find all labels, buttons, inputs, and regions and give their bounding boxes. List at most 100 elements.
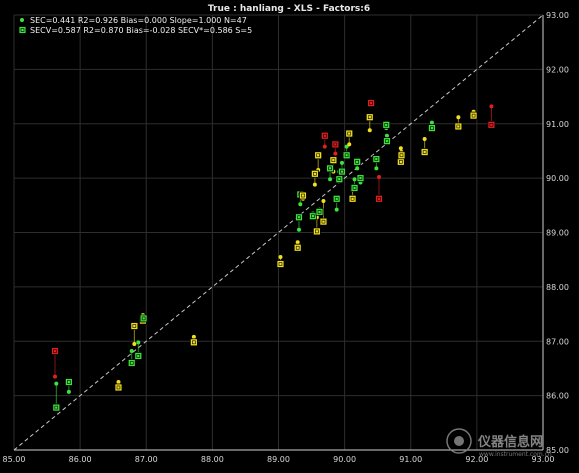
calibration-point	[384, 133, 389, 138]
validation-point	[64, 378, 73, 386]
validation-point	[382, 120, 391, 129]
y-tick-label: 89.00	[546, 229, 569, 238]
validation-point	[308, 212, 317, 221]
calibration-point	[132, 341, 137, 346]
calibration-point	[456, 115, 461, 120]
chart-background	[0, 0, 579, 473]
x-tick-label: 89.00	[267, 455, 290, 464]
validation-point	[383, 137, 391, 146]
legend-entry-text: SEC=0.441 R2=0.926 Bias=0.000 Slope=1.00…	[30, 16, 247, 25]
calibration-point	[296, 227, 301, 232]
calibration-point	[367, 128, 372, 133]
x-tick-label: 88.00	[201, 455, 224, 464]
watermark-url: www.instrument.com.cn	[479, 451, 552, 458]
validation-point	[372, 155, 381, 163]
validation-point	[356, 174, 365, 183]
validation-point	[420, 148, 429, 156]
validation-point	[276, 260, 285, 268]
validation-point	[293, 243, 302, 252]
calibration-point	[352, 177, 357, 182]
validation-point	[52, 403, 61, 412]
calibration-point	[489, 104, 494, 109]
chart-title: True : hanliang - XLS - Factors:6	[208, 4, 370, 14]
calibration-point	[66, 389, 71, 394]
validation-point	[310, 169, 319, 178]
calibration-point	[278, 254, 283, 259]
calibration-point	[298, 202, 303, 207]
calibration-point	[191, 334, 196, 339]
validation-point	[312, 227, 321, 236]
calibration-point	[429, 120, 434, 125]
y-tick-label: 93.00	[546, 11, 569, 20]
validation-point	[350, 184, 359, 192]
validation-point	[139, 314, 148, 323]
validation-point	[130, 322, 139, 330]
x-tick-label: 91.00	[399, 455, 422, 464]
calibration-point	[374, 166, 379, 171]
validation-point	[342, 151, 351, 160]
validation-point	[114, 383, 123, 392]
calibration-point	[116, 380, 121, 385]
calibration-point	[328, 177, 333, 182]
validation-point	[127, 359, 136, 367]
calibration-point	[321, 198, 326, 203]
validation-point	[353, 157, 362, 166]
validation-point	[487, 120, 496, 129]
validation-point	[319, 217, 328, 226]
validation-point	[397, 151, 406, 160]
scatter-chart: 85.00 86.00 87.00 88.00 89.00 90.00 91.00 92.00…	[0, 0, 579, 473]
calibration-point	[322, 144, 327, 149]
validation-point	[51, 347, 59, 355]
validation-point	[299, 191, 307, 200]
calibration-point	[355, 166, 360, 171]
calibration-point	[339, 160, 344, 165]
validation-point	[335, 175, 344, 184]
x-tick-label: 90.00	[333, 455, 356, 464]
calibration-point	[312, 182, 317, 187]
validation-point	[189, 338, 198, 347]
calibration-point	[398, 146, 403, 151]
validation-point	[326, 164, 334, 173]
legend-entry-text: SECV=0.587 R2=0.870 Bias=-0.028 SECV*=0.…	[30, 26, 252, 35]
x-tick-label: 85.00	[3, 455, 26, 464]
validation-point	[332, 194, 341, 203]
validation-point	[396, 157, 405, 166]
legend-square-icon	[18, 26, 27, 34]
calibration-point	[54, 381, 59, 386]
validation-point	[469, 111, 478, 120]
validation-point	[375, 194, 383, 203]
legend-dot-icon	[20, 18, 24, 22]
validation-point	[345, 129, 354, 138]
validation-point	[348, 194, 357, 203]
x-tick-label: 86.00	[69, 455, 92, 464]
calibration-point	[334, 207, 339, 212]
y-tick-label: 91.00	[546, 120, 569, 129]
y-tick-label: 88.00	[546, 283, 569, 292]
validation-point	[367, 99, 375, 107]
y-tick-label: 92.00	[546, 65, 569, 74]
y-tick-label: 86.00	[546, 392, 569, 401]
calibration-point	[422, 136, 427, 141]
calibration-point	[295, 240, 300, 245]
validation-point	[314, 151, 323, 160]
watermark-brand: 仪器信息网	[477, 434, 543, 450]
y-tick-label: 90.00	[546, 174, 569, 183]
legend: SEC=0.441 R2=0.926 Bias=0.000 Slope=1.00…	[18, 16, 252, 35]
calibration-point	[52, 374, 57, 379]
validation-point	[295, 213, 303, 222]
calibration-point	[333, 151, 338, 156]
watermark-logo-core	[454, 436, 464, 446]
validation-point	[329, 156, 338, 165]
y-tick-label: 87.00	[546, 337, 569, 346]
validation-point	[134, 352, 143, 360]
validation-point	[365, 113, 374, 122]
validation-point	[331, 140, 340, 149]
calibration-point	[347, 142, 352, 147]
calibration-point	[136, 340, 141, 345]
validation-point	[320, 131, 329, 140]
validation-point	[338, 167, 346, 176]
validation-point	[315, 207, 324, 216]
validation-point	[454, 122, 463, 131]
calibration-point	[377, 175, 382, 180]
calibration-point	[129, 349, 134, 354]
